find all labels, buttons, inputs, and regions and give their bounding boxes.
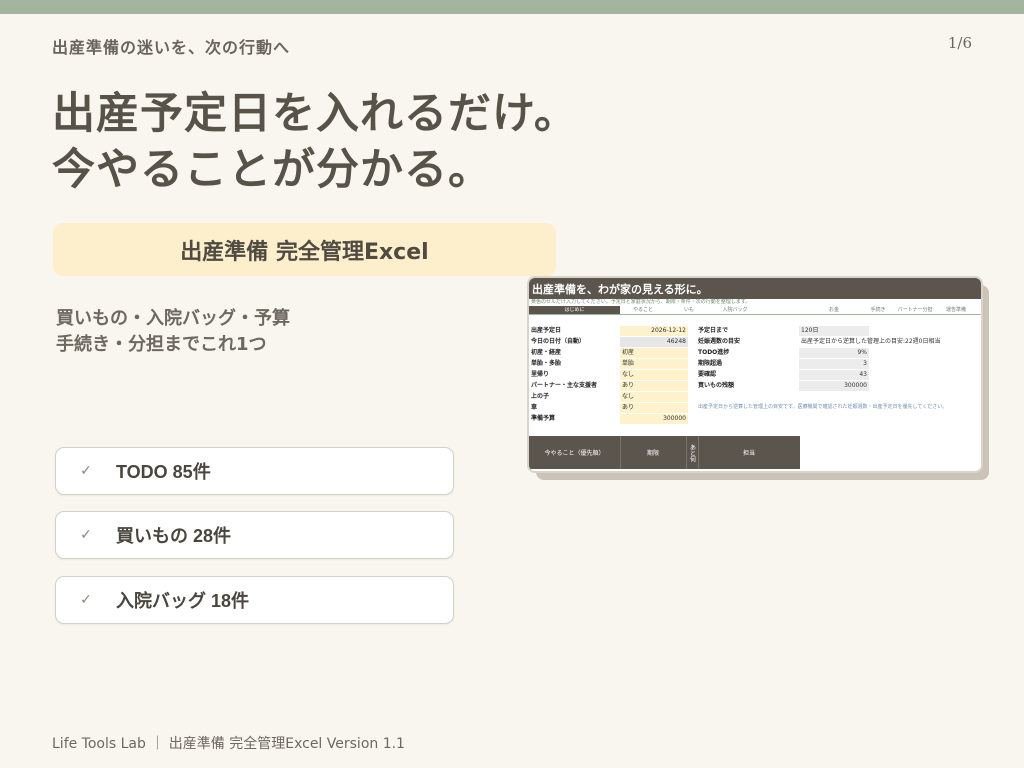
sheet-tab: いも [683, 307, 694, 313]
left-label: 初産・経産 [531, 349, 562, 356]
left-label: 準備予算 [531, 415, 556, 422]
sheet-tab [758, 306, 804, 314]
check-icon: ✓ [80, 527, 92, 543]
headline: 出産予定日を入れるだけ。 今やることが分かる。 [52, 86, 578, 198]
left-label: 車 [531, 404, 538, 411]
check-icon: ✓ [80, 463, 92, 479]
info-note: 出産予定日から逆算した管理上の目安です。医療機関で確認された妊娠週数・出産予定日… [698, 404, 948, 410]
headline-line-2: 今やることが分かる。 [52, 145, 492, 195]
left-value: あり [620, 381, 688, 391]
product-name: 出産準備 完全管理Excel [180, 239, 429, 265]
sheet-tab: やること [632, 307, 653, 313]
sheet-tab: お金 [828, 307, 839, 313]
sheet-tab: パートナー分担 [897, 307, 933, 313]
right-label: 期限超過 [698, 360, 723, 367]
right-value: 120日 [799, 326, 869, 336]
sheet-tab: 入院バッグ [722, 307, 748, 313]
sheet-tab: 手続き [870, 307, 886, 313]
todo-header: 期限 [620, 436, 687, 469]
right-value: 300000 [799, 381, 869, 391]
sheet-preview: 出産準備を、わが家の見える形に。 黄色のセルだけ入力してください。予定日と家庭状… [527, 276, 983, 473]
right-label: 妊娠週数の目安 [698, 338, 741, 345]
feature-card-todo: ✓ TODO 85件 [55, 447, 454, 495]
sheet-note: 黄色のセルだけ入力してください。予定日と家庭状況から、期限・条件・次の行動を整理… [531, 299, 751, 305]
right-label: 要確認 [698, 371, 717, 378]
left-label: 今日の日付（自動） [531, 338, 586, 345]
feature-card-shopping: ✓ 買いもの 28件 [55, 511, 454, 559]
left-label: 里帰り [531, 371, 550, 378]
kicker-text: 出産準備の迷いを、次の行動へ [52, 38, 291, 57]
todo-header-bar: 今やること（優先順） 期限 あと何 担当 [529, 436, 800, 469]
left-value: なし [620, 370, 688, 380]
sheet-tabs: はじめに やること いも 入院バッグ お金 手続き パートナー分担 運告準備 [529, 306, 981, 315]
right-value: 出産予定日から逆算した管理上の目安:22週0日相当 [801, 338, 941, 345]
description: 買いもの・入院バッグ・予算 手続き・分担までこれ1つ [56, 306, 290, 358]
todo-header: 今やること（優先順） [529, 436, 621, 469]
page-number: 1/6 [947, 34, 972, 52]
left-value: 初産 [620, 348, 688, 358]
feature-label: 買いもの 28件 [116, 526, 232, 546]
headline-line-1: 出産予定日を入れるだけ。 [52, 89, 578, 139]
description-line-2: 手続き・分担までこれ1つ [56, 334, 267, 355]
left-value: 単胎 [620, 359, 688, 369]
check-icon: ✓ [80, 592, 92, 608]
sheet-tab: はじめに [529, 306, 620, 314]
left-value: 46248 [620, 337, 688, 347]
right-value: 9% [799, 348, 869, 358]
product-name-pill: 出産準備 完全管理Excel [53, 223, 556, 276]
left-value: 300000 [620, 414, 688, 424]
footer-credit: Life Tools Lab ｜ 出産準備 完全管理Excel Version … [52, 736, 405, 752]
left-value: 2026-12-12 [620, 326, 688, 336]
feature-label: TODO 85件 [116, 462, 211, 482]
right-label: 予定日まで [698, 327, 729, 334]
left-label: パートナー・主な支援者 [531, 382, 598, 389]
right-label: 買いもの残額 [698, 382, 735, 389]
left-label: 単胎・多胎 [531, 360, 562, 367]
top-accent-bar [0, 0, 1024, 14]
feature-card-hospital-bag: ✓ 入院バッグ 18件 [55, 576, 454, 624]
left-label: 上の子 [531, 393, 550, 400]
right-value: 3 [799, 359, 869, 369]
description-line-1: 買いもの・入院バッグ・予算 [56, 308, 290, 329]
left-value: なし [620, 392, 688, 402]
feature-label: 入院バッグ 18件 [116, 591, 250, 611]
left-value: あり [620, 403, 688, 413]
todo-header: 担当 [742, 450, 755, 457]
right-value: 43 [799, 370, 869, 380]
right-label: TODO進捗 [698, 349, 730, 356]
left-label: 出産予定日 [531, 327, 562, 334]
sheet-title: 出産準備を、わが家の見える形に。 [529, 278, 981, 299]
sheet-tab: 運告準備 [945, 307, 966, 313]
